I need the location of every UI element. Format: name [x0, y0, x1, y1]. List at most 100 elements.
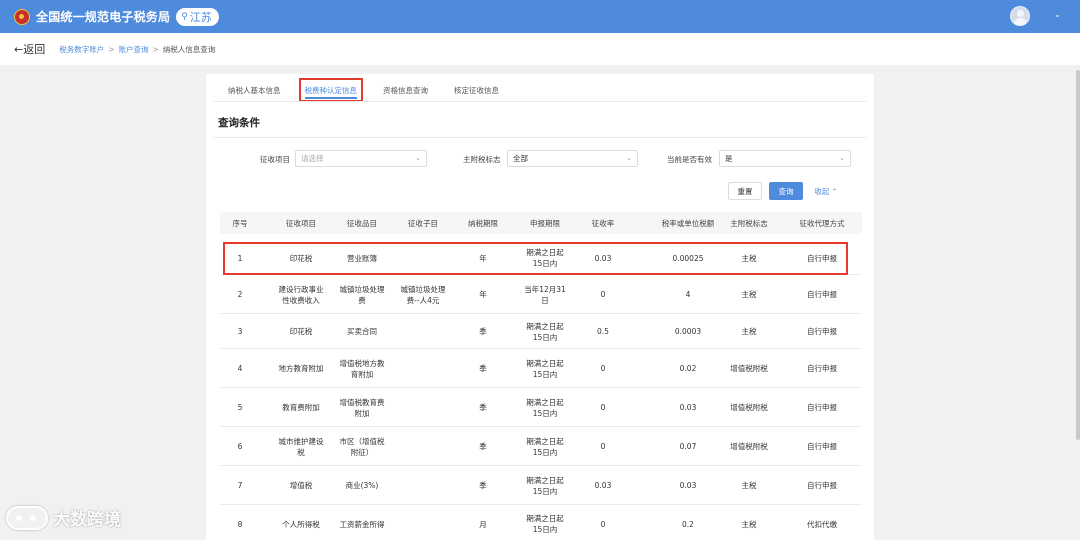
cell-collection-rate: 0 [600, 403, 606, 412]
column-header-tax-period: 纳税期限 [468, 218, 498, 228]
main-surtax-flag-label: 主附税标志 [463, 155, 501, 164]
user-avatar-icon[interactable] [1010, 6, 1030, 26]
column-header-collection-subcategory: 征收子目 [408, 218, 438, 228]
table-header: 序号 征收项目 征收品目 征收子目 纳税期限 申报期限 征收率 税率或单位税额 主附税标志 征收代… [220, 212, 862, 234]
cell-seq: 6 [237, 442, 243, 451]
cell-collection-rate: 0 [600, 519, 606, 529]
watermark-text: 大数跨境 [53, 510, 121, 530]
cell-filing-deadline: 期满之日起 15日内 [526, 397, 564, 418]
breadcrumb-bar: ←返回 税务数字账户 > 账户查询 > 纳税人信息查询 [0, 33, 1080, 65]
tab-qualification-query[interactable]: 资格信息查询 [377, 78, 434, 102]
cell-collection-item: 地方教育附加 [278, 364, 324, 373]
top-bar: 全国统一规范电子税务局 ⚲ 江苏 [0, 0, 1080, 33]
cell-agency-mode: 自行申报 [807, 327, 837, 336]
collection-item-select[interactable]: 请选择 ⌄ [295, 150, 427, 167]
section-title: 查询条件 [218, 117, 260, 129]
cell-tax-period: 月 [479, 519, 487, 529]
column-header-agency-mode: 征收代理方式 [799, 218, 845, 228]
table-row[interactable]: 2 建设行政事业 性收费收入 城镇垃圾处理费城镇垃圾处理 费--人4元 年 当年12月31 日… [220, 275, 862, 314]
watermark-logo-icon [6, 505, 48, 530]
cell-main-surtax-flag: 增值税附税 [730, 364, 768, 373]
collection-item-label: 征收项目 [260, 155, 290, 164]
main-surtax-flag-select[interactable]: 全部 ⌄ [507, 150, 638, 167]
chevron-down-icon: ⌄ [415, 154, 421, 162]
breadcrumb-current-page: 纳税人信息查询 [162, 44, 216, 54]
cell-collection-subcategory [391, 388, 455, 427]
scrollbar[interactable] [1076, 70, 1080, 440]
table-row[interactable]: 8 个人所得税 工资薪金所得月期满之日起 15日内 0 0.2 主税 代扣代缴 [220, 505, 862, 540]
column-header-seq: 序号 [232, 218, 248, 228]
cell-main-surtax-flag: 主税 [741, 290, 757, 299]
back-button[interactable]: ←返回 [14, 41, 45, 57]
region-selector[interactable]: ⚲ 江苏 [176, 7, 219, 26]
app-title: 全国统一规范电子税务局 [36, 10, 171, 24]
cell-collection-rate: 0 [600, 442, 606, 451]
cell-collection-item: 个人所得税 [282, 519, 320, 529]
collection-item-placeholder: 请选择 [301, 154, 324, 163]
cell-collection-rate: 0.03 [594, 481, 612, 490]
breadcrumb-account-query[interactable]: 账户查询 [119, 44, 149, 55]
cell-main-surtax-flag: 增值税附税 [730, 403, 768, 412]
cell-collection-subcategory [391, 427, 455, 466]
query-button[interactable]: 查询 [769, 182, 803, 200]
reset-button[interactable]: 重置 [728, 182, 762, 200]
cell-main-surtax-flag: 主税 [741, 519, 757, 529]
cell-filing-deadline: 期满之日起 15日内 [526, 321, 564, 342]
cell-filing-deadline: 期满之日起 15日内 [526, 358, 564, 379]
cell-collection-item: 建设行政事业 性收费收入 [278, 284, 324, 305]
breadcrumb-tax-digital-account[interactable]: 税务数字账户 [59, 44, 104, 55]
cell-main-surtax-flag: 增值税附税 [730, 442, 768, 451]
breadcrumb-separator: > [152, 44, 159, 54]
cell-collection-category: 商业(3%) [345, 481, 379, 490]
cell-collection-subcategory [391, 466, 455, 505]
tab-basic-info[interactable]: 纳税人基本信息 [222, 78, 287, 102]
breadcrumb-separator: > [108, 44, 115, 54]
cell-main-surtax-flag: 主税 [741, 481, 757, 490]
cell-agency-mode: 自行申报 [807, 442, 837, 451]
table-row[interactable]: 7 增值税 商业(3%) 季期满之日起 15日内 0.03 0.03 主税 自行申报 [220, 466, 862, 505]
tax-emblem-icon [14, 8, 30, 25]
cell-tax-period: 季 [479, 403, 487, 412]
column-header-filing-deadline: 申报期限 [530, 218, 560, 228]
cell-filing-deadline: 期满之日起 15日内 [526, 436, 564, 457]
cell-agency-mode: 自行申报 [807, 481, 837, 490]
cell-seq: 7 [237, 481, 243, 490]
column-header-collection-rate: 征收率 [591, 218, 615, 228]
cell-tax-period: 年 [479, 290, 487, 299]
section-divider [214, 137, 866, 138]
column-header-main-surtax-flag: 主附税标志 [730, 218, 768, 228]
cell-collection-rate: 0.5 [597, 327, 609, 336]
table-row[interactable]: 5 教育费附加 增值税教育费 附加季期满之日起 15日内 0 0.03 增值税附税 自行申报 [220, 388, 862, 427]
tab-tax-type-info[interactable]: 税费种认定信息 [298, 78, 363, 102]
cell-collection-subcategory: 城镇垃圾处理 费--人4元 [400, 284, 446, 305]
cell-filing-deadline: 当年12月31 日 [524, 284, 566, 305]
chevron-up-icon: ⌃ [831, 186, 838, 196]
cell-filing-deadline: 期满之日起 15日内 [526, 514, 564, 534]
table-row[interactable]: 3 印花税 买卖合同季期满之日起 15日内 0.5 0.0003 主税 自行申报 [220, 314, 862, 349]
currently-valid-select[interactable]: 是 ⌄ [719, 150, 851, 167]
cell-collection-category: 买卖合同 [347, 327, 377, 336]
cell-tax-period: 季 [479, 481, 487, 490]
table-row[interactable]: 6 城市维护建设税市区（增值税 附征）季期满之日起 15日内 0 0.07 增值税附税 自行申… [220, 427, 862, 466]
collapse-button[interactable]: 收起 ⌃ [810, 182, 842, 200]
cell-collection-item: 印花税 [289, 327, 313, 336]
cell-tax-period: 季 [479, 327, 487, 336]
cell-collection-rate: 0 [600, 290, 606, 299]
tab-bar: 纳税人基本信息 税费种认定信息 资格信息查询 核定征收信息 [206, 74, 505, 102]
chevron-down-icon: ⌄ [626, 154, 632, 162]
tab-divider [214, 101, 866, 102]
table-row[interactable]: 4 地方教育附加 增值税地方教 育附加季期满之日起 15日内 0 0.02 增值税附税 自行申报 [220, 349, 862, 388]
cell-collection-subcategory [391, 314, 455, 349]
tab-assessed-collection[interactable]: 核定征收信息 [448, 78, 505, 102]
cell-seq: 4 [237, 364, 243, 373]
chevron-down-icon[interactable]: ⌄ [1054, 10, 1061, 19]
main-panel: 纳税人基本信息 税费种认定信息 资格信息查询 核定征收信息 查询条件 征收项目 … [206, 74, 874, 540]
cell-main-surtax-flag: 主税 [741, 327, 757, 336]
cell-seq: 2 [237, 290, 243, 299]
currently-valid-value: 是 [725, 154, 733, 163]
cell-seq: 8 [237, 519, 243, 529]
chevron-down-icon: ⌄ [839, 154, 845, 162]
cell-collection-subcategory [391, 349, 455, 388]
cell-agency-mode: 代扣代缴 [807, 519, 837, 529]
cell-collection-category: 增值税教育费 附加 [339, 397, 385, 418]
